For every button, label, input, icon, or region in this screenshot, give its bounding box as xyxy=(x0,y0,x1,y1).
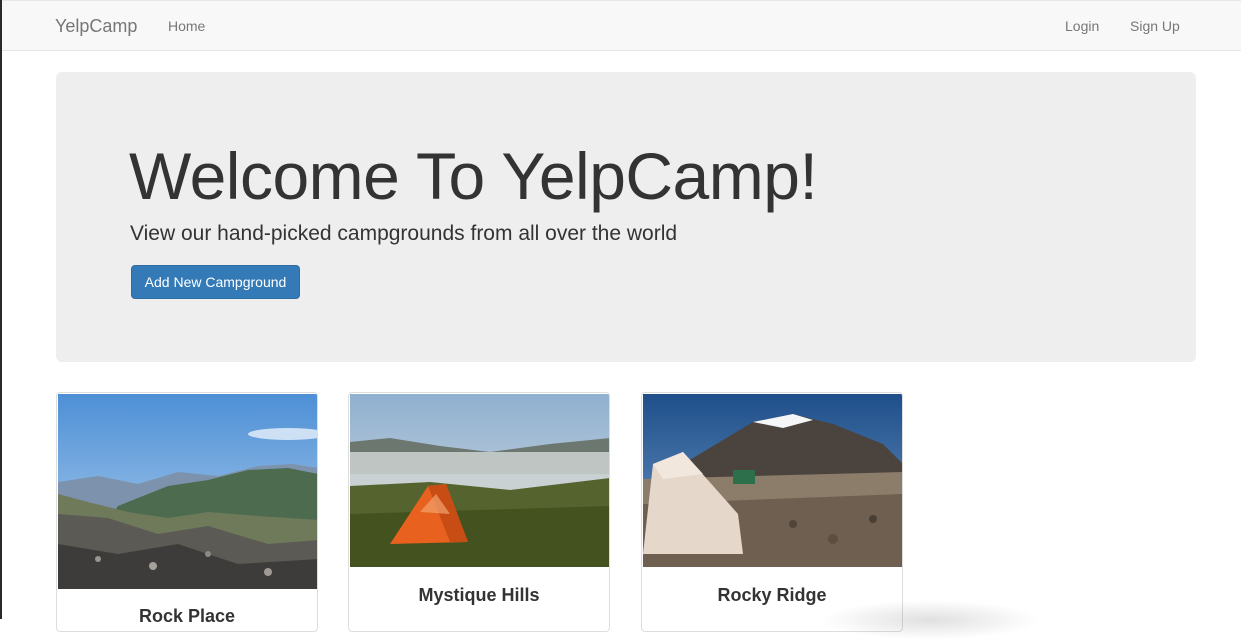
shadow xyxy=(820,600,1040,640)
navbar: YelpCamp Home Login Sign Up xyxy=(2,0,1241,51)
campground-card: Rock Place xyxy=(56,392,318,632)
page-title: Welcome To YelpCamp! xyxy=(129,139,818,213)
nav-login-link[interactable]: Login xyxy=(1065,18,1099,34)
add-campground-button[interactable]: Add New Campground xyxy=(131,265,300,299)
campground-name: Rock Place xyxy=(138,606,236,626)
page-subtitle: View our hand-picked campgrounds from al… xyxy=(130,222,678,245)
jumbotron: Welcome To YelpCamp! View our hand-picke… xyxy=(56,72,1196,362)
window-edge xyxy=(0,0,2,619)
campground-name: Mystique Hills xyxy=(418,585,540,605)
brand-link[interactable]: YelpCamp xyxy=(55,16,137,37)
campground-card: Mystique Hills xyxy=(348,392,610,632)
nav-signup-link[interactable]: Sign Up xyxy=(1130,18,1180,34)
nav-home-link[interactable]: Home xyxy=(168,18,205,34)
campground-image[interactable] xyxy=(58,394,318,589)
campground-image[interactable] xyxy=(350,394,610,567)
campground-name: Rocky Ridge xyxy=(717,585,827,605)
campground-image[interactable] xyxy=(643,394,903,567)
campground-card: Rocky Ridge xyxy=(641,392,903,632)
